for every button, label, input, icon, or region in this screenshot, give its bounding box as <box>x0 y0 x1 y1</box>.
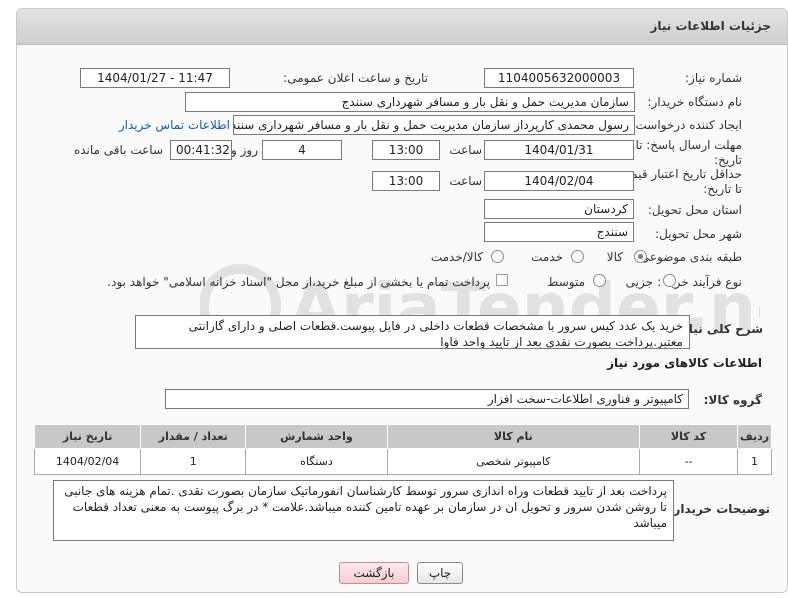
buyer-notes-textarea[interactable]: پرداخت بعد از تایید قطعات وراه اندازی سر… <box>53 480 674 541</box>
goods-table-header: ردیف کد کالا نام کالا واحد شمارش تعداد /… <box>33 424 772 449</box>
remaining-time-field: 00:41:32 <box>170 140 232 160</box>
description-textarea[interactable]: خرید یک عدد کیس سرور با مشخصات قطعات داخ… <box>135 315 690 349</box>
col-date: تاریخ نیاز <box>33 424 142 449</box>
delivery-province-field: کردستان <box>484 199 634 219</box>
print-button[interactable]: چاپ <box>417 562 463 584</box>
cell-date: 1404/02/04 <box>33 448 142 475</box>
goods-group-label: گروه کالا: <box>703 393 762 407</box>
col-name: نام کالا <box>386 424 641 449</box>
cell-row: 1 <box>737 448 772 475</box>
category-radio-goods[interactable] <box>634 250 647 263</box>
category-label: طبقه بندی موضوعی: <box>635 250 742 264</box>
requester-label: ایجاد کننده درخواست: <box>631 118 742 132</box>
delivery-province-label: استان محل تحویل: <box>647 203 742 217</box>
goods-section-title: اطلاعات کالاهای مورد نیاز <box>607 356 762 370</box>
purchase-radio-medium[interactable] <box>593 274 606 287</box>
panel-title: جزئیات اطلاعات نیاز <box>650 19 771 33</box>
reply-deadline-date: 1404/01/31 <box>484 140 634 160</box>
description-line-2: معتبر.پرداخت بصورت نقدی بعد از تایید واح… <box>440 335 683 349</box>
delivery-city-field: سنندج <box>484 222 634 242</box>
category-radio-goods-service[interactable] <box>491 250 504 263</box>
description-line-1: خرید یک عدد کیس سرور با مشخصات قطعات داخ… <box>188 319 683 333</box>
need-number-field: 1104005632000003 <box>484 68 634 88</box>
announce-datetime-field: 1404/01/27 - 11:47 <box>80 68 230 88</box>
buyer-notes-text: پرداخت بعد از تایید قطعات وراه اندازی سر… <box>64 484 667 530</box>
requester-field: رسول محمدی کارپرداز سازمان مدیریت حمل و … <box>233 115 635 135</box>
treasury-payment-checkbox[interactable] <box>496 274 508 286</box>
buyer-contact-link[interactable]: اطلاعات تماس خریدار <box>119 118 230 132</box>
delivery-city-label: شهر محل تحویل: <box>655 227 742 241</box>
announce-datetime-label: تاریخ و ساعت اعلان عمومی: <box>283 71 428 85</box>
reply-days-label: روز و <box>231 143 258 157</box>
back-button[interactable]: بازگشت <box>339 562 409 584</box>
cell-qty: 1 <box>140 448 247 475</box>
category-option-goods-service: کالا/خدمت <box>430 250 483 264</box>
cell-name: کامپیوتر شخصی <box>386 448 641 475</box>
buyer-org-label: نام دستگاه خریدار: <box>647 95 743 109</box>
treasury-payment-note: پرداخت تمام یا بخشی از مبلغ خرید،از محل … <box>107 275 490 289</box>
purchase-radio-minor[interactable] <box>663 274 676 287</box>
price-validity-time: 13:00 <box>372 171 440 191</box>
col-code: کد کالا <box>639 424 738 449</box>
col-unit: واحد شمارش <box>245 424 388 449</box>
purchase-option-medium: متوسط <box>547 275 585 289</box>
reply-days-field: 4 <box>262 140 342 160</box>
col-qty: تعداد / مقدار <box>140 424 247 449</box>
need-number-label: شماره نیاز: <box>685 71 742 85</box>
panel-header: جزئیات اطلاعات نیاز <box>17 9 787 45</box>
goods-table: ردیف کد کالا نام کالا واحد شمارش تعداد /… <box>33 424 772 475</box>
category-option-goods: کالا <box>606 250 623 264</box>
goods-group-field: کامپیوتر و فناوری اطلاعات-سخت افزار <box>165 389 689 409</box>
reply-deadline-time: 13:00 <box>372 140 440 160</box>
table-row: 1 -- کامپیوتر شخصی دستگاه 1 1404/02/04 <box>33 448 772 475</box>
category-radio-service[interactable] <box>571 250 584 263</box>
category-option-service: خدمت <box>531 250 563 264</box>
reply-deadline-label: مهلت ارسال پاسخ: تا تاریخ: <box>635 138 742 167</box>
reply-time-label: ساعت <box>449 143 482 157</box>
cell-code: -- <box>639 448 738 475</box>
price-time-label: ساعت <box>449 174 482 188</box>
price-validity-date: 1404/02/04 <box>484 171 634 191</box>
buyer-notes-label: توضیحات خریدار: <box>668 502 770 516</box>
buyer-org-field: سازمان مدیریت حمل و نقل بار و مسافر شهرد… <box>185 92 635 112</box>
cell-unit: دستگاه <box>245 448 388 475</box>
col-row: ردیف <box>737 424 772 449</box>
purchase-option-minor: جزیی <box>625 275 653 289</box>
remaining-time-label: ساعت باقی مانده <box>73 143 163 157</box>
